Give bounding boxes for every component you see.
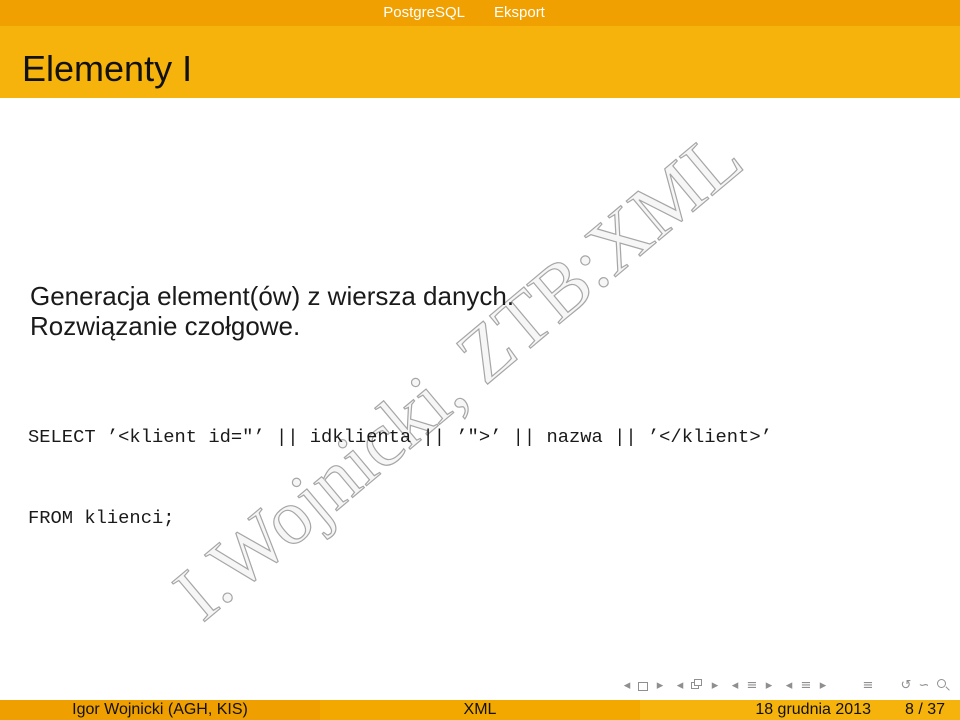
navigation-symbols bbox=[600, 670, 960, 698]
body-line-1: Generacja element(ów) z wiersza danych. bbox=[30, 281, 515, 311]
footer-title-box: XML bbox=[320, 700, 640, 720]
headline-subsection-area: Eksport bbox=[480, 0, 960, 26]
footer-date-box: 18 grudnia 2013 8 / 37 bbox=[640, 700, 960, 720]
body-text: Generacja element(ów) z wiersza danych. … bbox=[30, 281, 514, 341]
body-line-2: Rozwiązanie czołgowe. bbox=[30, 311, 301, 341]
sql-code-block: SELECT ’<klient id="’ || idklienta || ’"… bbox=[28, 370, 772, 586]
headline-section-area: PostgreSQL bbox=[0, 0, 480, 26]
page-number: 8 / 37 bbox=[904, 701, 945, 718]
headline-bar: PostgreSQL Eksport bbox=[0, 0, 960, 26]
headline-subsection-link[interactable]: Eksport bbox=[494, 4, 545, 21]
footer-author-box: Igor Wojnicki (AGH, KIS) bbox=[0, 700, 320, 720]
footer-short-title: XML bbox=[463, 701, 497, 718]
code-line-1: SELECT ’<klient id="’ || idklienta || ’"… bbox=[28, 425, 772, 448]
footer-date: 18 grudnia 2013 bbox=[755, 701, 871, 718]
frame-title: Elementy I bbox=[22, 48, 193, 89]
footer-bar: Igor Wojnicki (AGH, KIS) XML 18 grudnia … bbox=[0, 700, 960, 720]
code-line-2: FROM klienci; bbox=[28, 506, 175, 529]
frame-title-bar: Elementy I bbox=[0, 26, 960, 98]
headline-section-link[interactable]: PostgreSQL bbox=[383, 4, 465, 21]
slide: PostgreSQL Eksport Elementy I I.Wojnicki… bbox=[0, 0, 960, 720]
footer-author: Igor Wojnicki (AGH, KIS) bbox=[72, 701, 248, 718]
